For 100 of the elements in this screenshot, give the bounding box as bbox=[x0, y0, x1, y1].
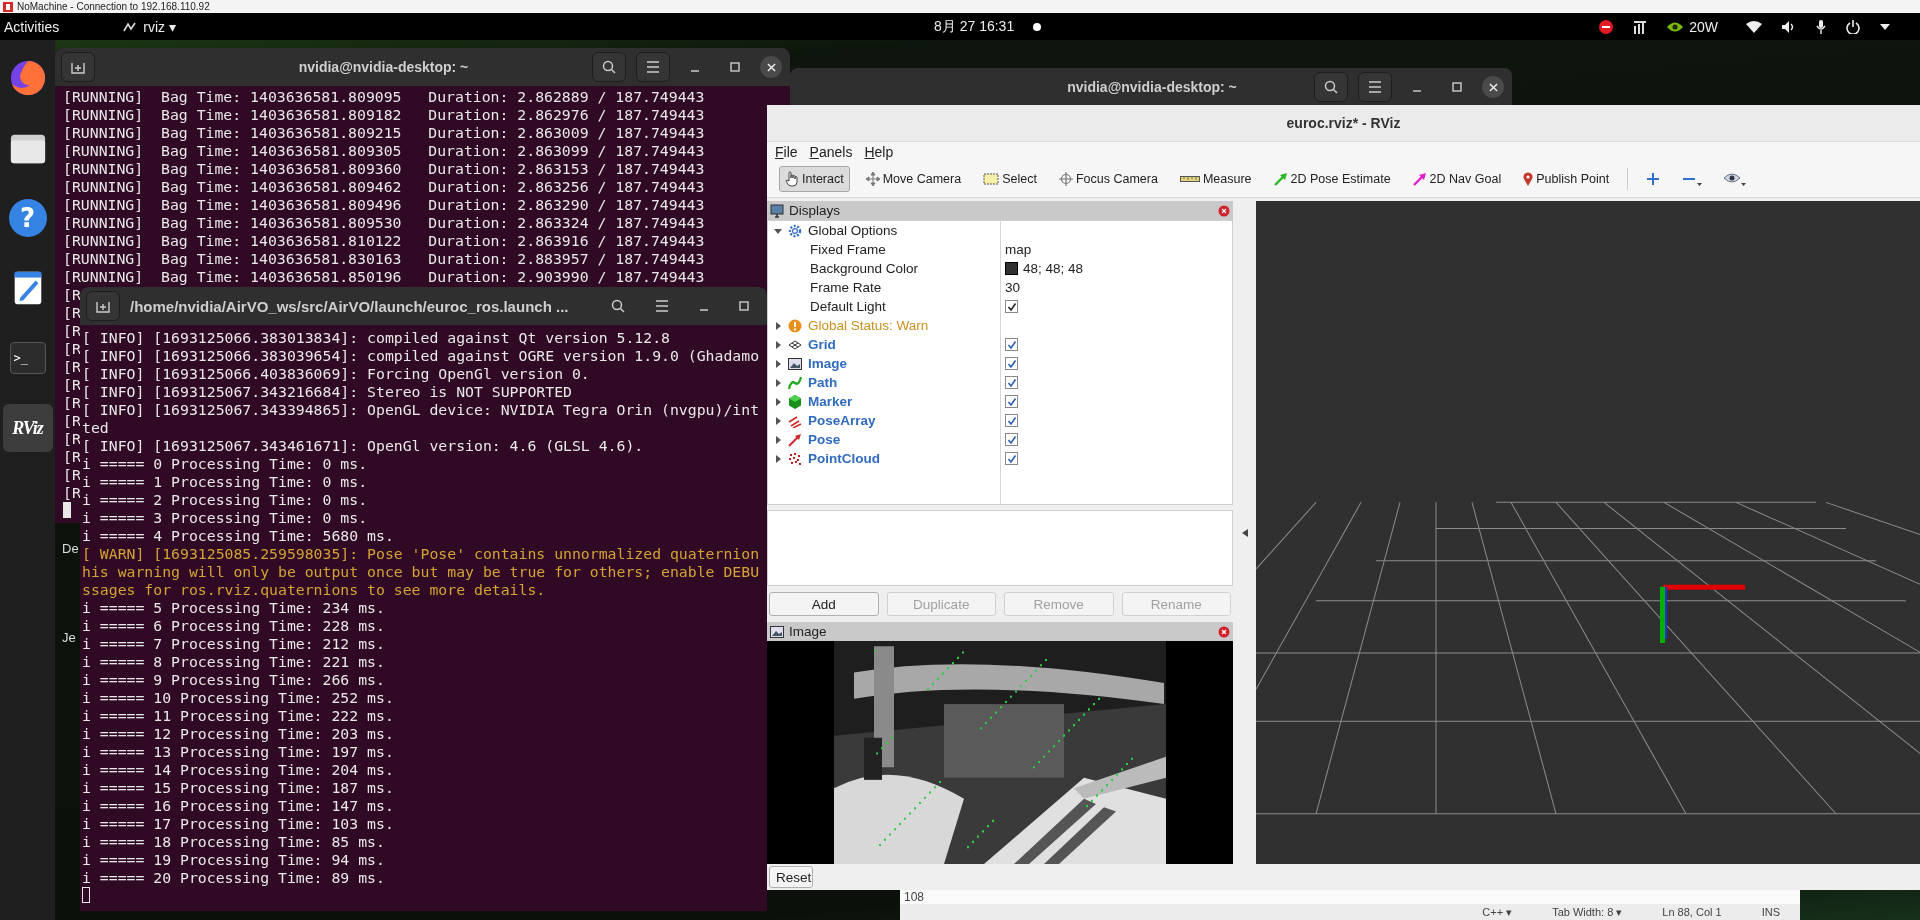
property-value[interactable]: 30 bbox=[1005, 280, 1021, 295]
terminal-line: [RUNNING] Bag Time: 1403636581.809305 Duration: 2.863099 / 187.749443 bbox=[63, 142, 705, 160]
terminal-line: [R bbox=[63, 430, 81, 448]
power-icon[interactable] bbox=[1846, 19, 1860, 34]
terminal-line: [RUNNING] Bag Time: 1403636581.809360 Duration: 2.863153 / 187.749443 bbox=[63, 160, 705, 178]
terminal-line: i ===== 17 Processing Time: 103 ms. bbox=[82, 815, 394, 833]
close-button[interactable] bbox=[1218, 204, 1230, 217]
tool-button[interactable]: 2D Nav Goal bbox=[1406, 167, 1508, 191]
maximize-icon[interactable] bbox=[739, 301, 749, 311]
property-value[interactable]: 48; 48; 48 bbox=[1023, 261, 1084, 276]
collapse-arrow-icon[interactable] bbox=[1241, 528, 1248, 537]
dock-item[interactable]: RViz bbox=[2, 404, 53, 452]
search-button[interactable] bbox=[1314, 72, 1348, 102]
new-tab-button[interactable] bbox=[61, 52, 95, 82]
new-tab-button[interactable] bbox=[86, 291, 120, 321]
checkbox[interactable] bbox=[1005, 300, 1018, 313]
tree-item-label[interactable]: Global Options bbox=[808, 223, 898, 238]
property-name[interactable]: Frame Rate bbox=[810, 280, 882, 295]
tree-item-label[interactable]: Image bbox=[808, 356, 848, 371]
checkbox[interactable] bbox=[1005, 376, 1018, 389]
tree-item-label[interactable]: Grid bbox=[808, 337, 836, 352]
terminal-line: ted bbox=[82, 419, 109, 437]
property-name[interactable]: Fixed Frame bbox=[810, 242, 886, 257]
terminal-line: i ===== 10 Processing Time: 252 ms. bbox=[82, 689, 394, 707]
close-button[interactable] bbox=[1218, 625, 1230, 638]
tool-button[interactable]: Move Camera bbox=[859, 167, 968, 191]
checkbox[interactable] bbox=[1005, 338, 1018, 351]
volume-icon[interactable] bbox=[1782, 20, 1796, 33]
tree-item-label[interactable]: PoseArray bbox=[808, 413, 876, 428]
expand-arrow-icon[interactable] bbox=[774, 416, 782, 425]
menu-icon[interactable] bbox=[655, 300, 669, 312]
search-icon[interactable] bbox=[611, 299, 625, 313]
terminal-line: i ===== 13 Processing Time: 197 ms. bbox=[82, 743, 394, 761]
expand-arrow-icon[interactable] bbox=[774, 454, 782, 463]
property-name[interactable]: Default Light bbox=[810, 299, 886, 314]
property-name[interactable]: Background Color bbox=[810, 261, 919, 276]
activities-button[interactable]: Activities bbox=[0, 18, 64, 35]
tool-button[interactable]: Select bbox=[977, 167, 1043, 191]
search-button[interactable] bbox=[592, 52, 626, 82]
wifi-icon[interactable] bbox=[1746, 20, 1762, 33]
property-value[interactable]: map bbox=[1005, 242, 1032, 257]
window-title: /home/nvidia/AirVO_ws/src/AirVO/launch/euroc_ros.launch ... bbox=[129, 297, 569, 315]
expand-arrow-icon[interactable] bbox=[774, 378, 782, 387]
network-icon[interactable] bbox=[1633, 19, 1648, 34]
dock-item[interactable]: >_ bbox=[2, 334, 53, 382]
tool-button[interactable]: 2D Pose Estimate bbox=[1267, 167, 1397, 191]
terminal-line: i ===== 14 Processing Time: 204 ms. bbox=[82, 761, 394, 779]
menu-button[interactable] bbox=[636, 52, 670, 82]
eye-logo-icon[interactable] bbox=[1667, 20, 1684, 33]
expand-arrow-icon[interactable] bbox=[774, 321, 782, 330]
menu-item[interactable]: File bbox=[775, 143, 798, 160]
checkbox[interactable] bbox=[1005, 452, 1018, 465]
desktop-icon-label[interactable]: Je bbox=[62, 630, 76, 645]
terminal-line: i ===== 3 Processing Time: 0 ms. bbox=[82, 509, 368, 527]
close-icon bbox=[766, 62, 776, 72]
terminal-line: i ===== 16 Processing Time: 147 ms. bbox=[82, 797, 394, 815]
desktop-icon-label[interactable]: De bbox=[62, 541, 79, 556]
checkbox[interactable] bbox=[1005, 395, 1018, 408]
maximize-icon[interactable] bbox=[1452, 82, 1462, 92]
tool-button[interactable]: Interact bbox=[779, 166, 850, 192]
image-icon bbox=[770, 624, 784, 639]
reset-button[interactable]: Reset bbox=[769, 866, 813, 888]
tool-button[interactable]: Measure bbox=[1173, 167, 1258, 191]
tree-item-label[interactable]: PointCloud bbox=[808, 451, 880, 466]
terminal-line: i ===== 9 Processing Time: 266 ms. bbox=[82, 671, 385, 689]
expand-arrow-icon[interactable] bbox=[774, 359, 782, 368]
tree-item-label[interactable]: Pose bbox=[808, 432, 841, 447]
power-reading[interactable]: 20W bbox=[1689, 18, 1718, 35]
status-item[interactable]: INS bbox=[1761, 906, 1780, 918]
tool-button[interactable]: Publish Point bbox=[1517, 167, 1616, 191]
menu-item[interactable]: Help bbox=[864, 143, 894, 160]
expand-arrow-icon[interactable] bbox=[774, 397, 782, 406]
status-item[interactable]: C++ ▾ bbox=[1482, 905, 1513, 919]
collapse-arrow-icon[interactable] bbox=[774, 226, 782, 235]
clock[interactable]: 8月 27 16:31 bbox=[934, 17, 1015, 36]
checkbox[interactable] bbox=[1005, 433, 1018, 446]
tool-button[interactable]: Focus Camera bbox=[1052, 167, 1164, 191]
menu-item[interactable]: Panels bbox=[809, 143, 853, 160]
caret-icon[interactable] bbox=[1880, 23, 1890, 30]
microphone-icon[interactable] bbox=[1816, 19, 1826, 34]
expand-arrow-icon[interactable] bbox=[774, 340, 782, 349]
checkbox[interactable] bbox=[1005, 357, 1018, 370]
terminal-line: i ===== 18 Processing Time: 85 ms. bbox=[82, 833, 385, 851]
checkbox[interactable] bbox=[1005, 414, 1018, 427]
close-button[interactable] bbox=[1482, 76, 1504, 98]
status-item[interactable]: Ln 88, Col 1 bbox=[1662, 906, 1722, 918]
terminal-line: [RUNNING] Bag Time: 1403636581.809182 Duration: 2.862976 / 187.749443 bbox=[63, 106, 705, 124]
dock-item[interactable]: ? bbox=[2, 194, 53, 242]
tree-item-label[interactable]: Marker bbox=[808, 394, 853, 409]
color-swatch[interactable] bbox=[1005, 262, 1018, 275]
tree-item-label[interactable]: Path bbox=[808, 375, 838, 390]
app-menu[interactable]: rviz ▾ bbox=[139, 18, 180, 35]
panel-button[interactable]: Add bbox=[769, 592, 879, 616]
status-item[interactable]: Tab Width: 8 ▾ bbox=[1552, 905, 1623, 919]
close-button[interactable] bbox=[760, 56, 782, 78]
close-icon bbox=[1218, 625, 1230, 638]
no-entry-icon[interactable] bbox=[1599, 19, 1614, 34]
maximize-icon[interactable] bbox=[730, 62, 740, 72]
menu-button[interactable] bbox=[1358, 72, 1392, 102]
expand-arrow-icon[interactable] bbox=[774, 435, 782, 444]
